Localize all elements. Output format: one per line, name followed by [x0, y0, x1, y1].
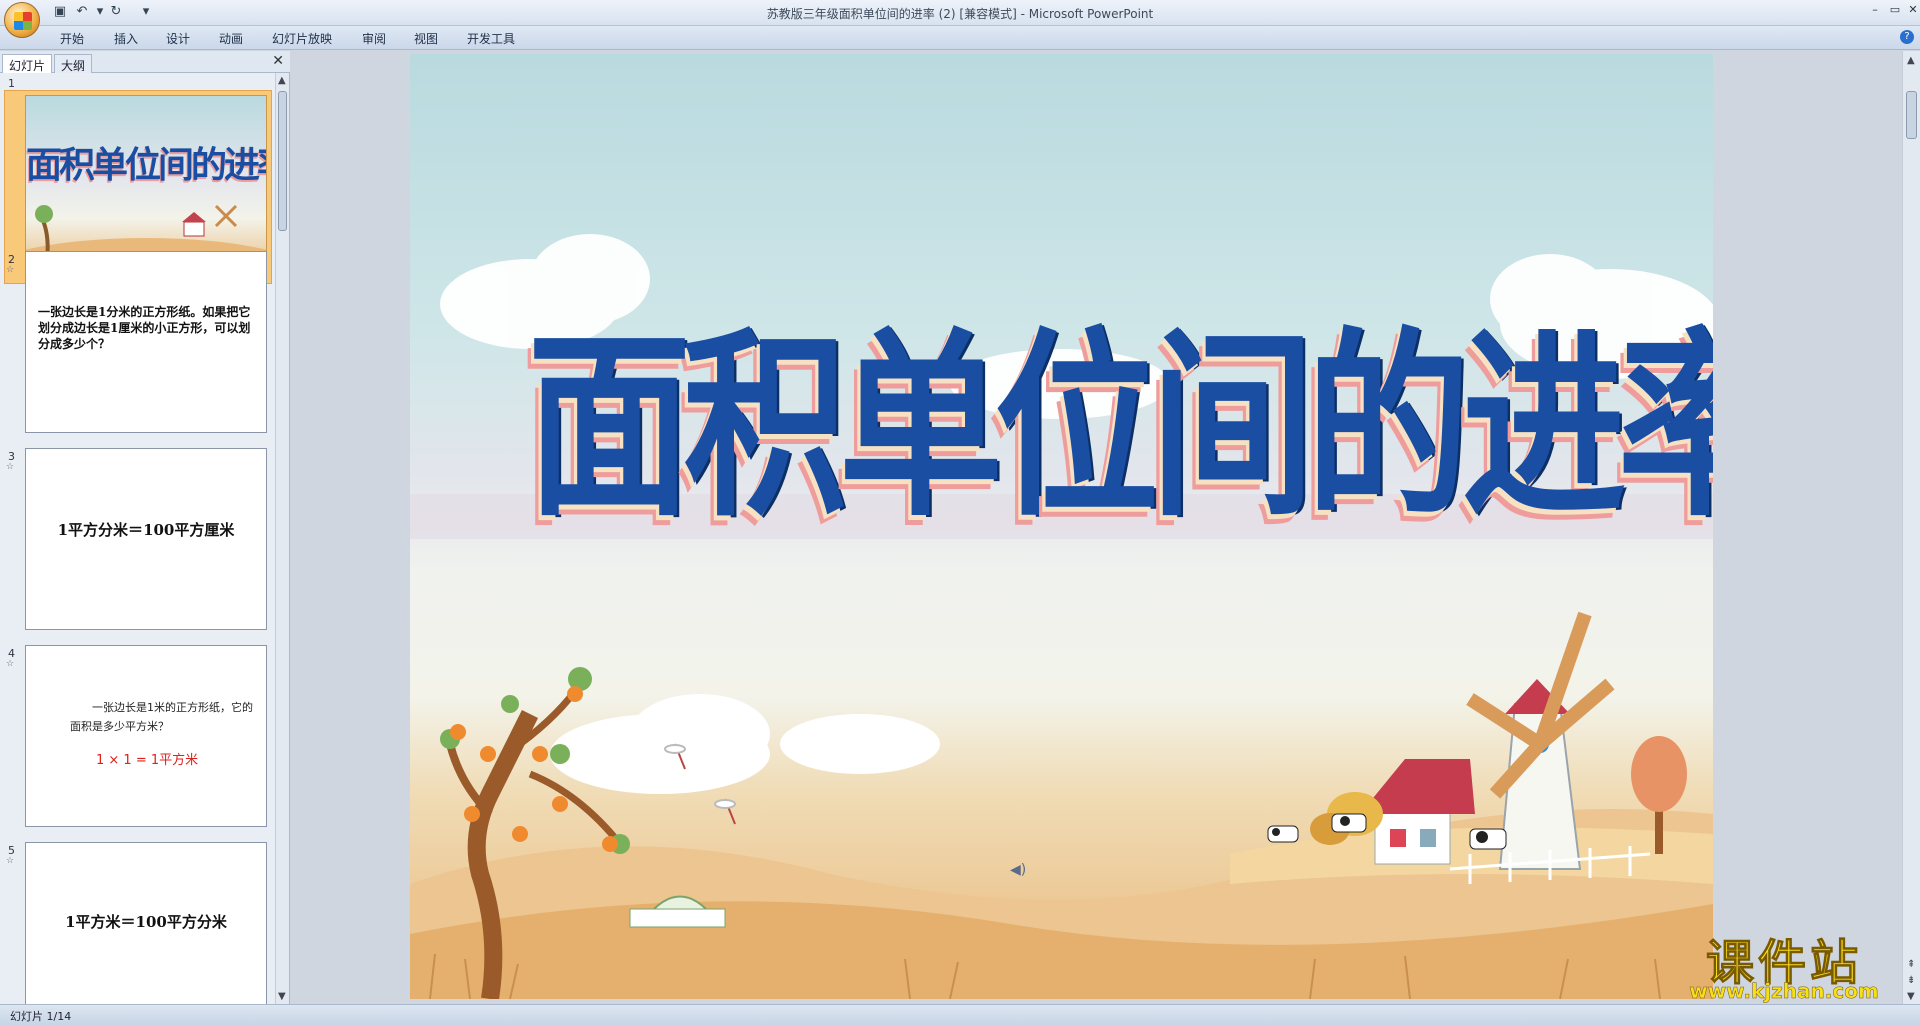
tab-outline[interactable]: 大纲 [54, 54, 93, 73]
slide-thumbnails: 1 ☆ 面积单位间的进率 2 ☆ 一张边长是1分米的正方形纸。如果把它划分成边长… [0, 73, 275, 1004]
office-logo-icon [14, 12, 32, 30]
scroll-up-icon[interactable]: ▲ [278, 75, 286, 86]
tab-slideshow[interactable]: 幻灯片放映 [272, 30, 332, 47]
maximize-icon[interactable]: ▭ [1886, 3, 1904, 17]
office-button[interactable] [4, 2, 40, 38]
status-bar: 幻灯片 1/14 [0, 1004, 1920, 1025]
previous-slide-icon[interactable]: ⇞ [1907, 959, 1915, 970]
slide-title[interactable]: 面积单位间的进率 [527, 264, 1713, 554]
slide-thumbnail-4[interactable]: 一张边长是1米的正方形纸，它的面积是多少平方米？ 1 × 1 = 1平方米 [25, 645, 267, 827]
editor-scrollbar[interactable]: ▲ ⇞ ⇟ ▼ [1902, 51, 1920, 1004]
tab-insert[interactable]: 插入 [114, 30, 138, 47]
thumbnails-scrollbar[interactable]: ▲ ▼ [275, 73, 289, 1004]
transition-star-icon: ☆ [6, 659, 15, 669]
tab-view[interactable]: 视图 [414, 30, 438, 47]
thumb-4-text: 一张边长是1米的正方形纸，它的面积是多少平方米？ [70, 701, 253, 733]
tab-slides[interactable]: 幻灯片 [2, 54, 53, 73]
ribbon-tabs: 开始 插入 设计 动画 幻灯片放映 审阅 视图 开发工具 ? [0, 26, 1920, 50]
scrollbar-thumb[interactable] [278, 91, 287, 231]
slide-thumbnail-2[interactable]: 一张边长是1分米的正方形纸。如果把它划分成边长是1厘米的小正方形，可以划分成多少… [25, 251, 267, 433]
thumb-4-answer: 1 × 1 = 1平方米 [96, 753, 199, 768]
tab-design[interactable]: 设计 [166, 30, 190, 47]
scroll-up-icon[interactable]: ▲ [1907, 55, 1915, 66]
close-icon[interactable]: ✕ [1904, 3, 1920, 17]
transition-star-icon: ☆ [6, 462, 15, 472]
tab-developer[interactable]: 开发工具 [467, 30, 515, 47]
scroll-down-icon[interactable]: ▼ [278, 991, 286, 1002]
slide-editor: ◀) 面积单位间的进率 [291, 51, 1902, 1004]
minimize-icon[interactable]: – [1866, 3, 1884, 17]
thumb-2-text: 一张边长是1分米的正方形纸。如果把它划分成边长是1厘米的小正方形，可以划分成多少… [38, 305, 251, 351]
thumb-3-text: 1平方分米＝100平方厘米 [57, 521, 235, 539]
slide-thumbnail-3[interactable]: 1平方分米＝100平方厘米 [25, 448, 267, 630]
slides-pane: 幻灯片 大纲 ✕ 1 ☆ 面积单位间的进率 2 ☆ [0, 51, 290, 1004]
tab-animations[interactable]: 动画 [219, 30, 243, 47]
pane-tabs: 幻灯片 大纲 ✕ [0, 51, 290, 73]
watermark-url: www.kjzhan.com [1689, 979, 1879, 1004]
title-bar: ▣ ↶ ▾ ↻ ▾ 苏教版三年级面积单位间的进率 (2) [兼容模式] - Mi… [0, 0, 1920, 38]
pane-close-icon[interactable]: ✕ [272, 53, 284, 69]
next-slide-icon[interactable]: ⇟ [1907, 975, 1915, 986]
help-icon[interactable]: ? [1900, 30, 1914, 44]
transition-star-icon: ☆ [6, 265, 15, 275]
current-slide[interactable]: ◀) 面积单位间的进率 [410, 54, 1713, 999]
transition-star-icon: ☆ [6, 856, 15, 866]
watermark: 课件站 www.kjzhan.com [1668, 923, 1900, 1004]
thumb-1-scenery [26, 204, 266, 276]
document-title: 苏教版三年级面积单位间的进率 (2) [兼容模式] - Microsoft Po… [766, 7, 1154, 21]
thumb-1-canvas: 面积单位间的进率 [25, 95, 267, 277]
scroll-down-icon[interactable]: ▼ [1907, 991, 1915, 1002]
scrollbar-thumb[interactable] [1906, 91, 1917, 139]
tab-home[interactable]: 开始 [60, 30, 84, 47]
slide-thumbnail-5[interactable]: 1平方米＝100平方分米 [25, 842, 267, 1004]
svg-text:◀): ◀) [1010, 862, 1026, 878]
slide-counter: 幻灯片 1/14 [10, 1010, 72, 1023]
thumb-5-text: 1平方米＝100平方分米 [65, 913, 227, 931]
tab-review[interactable]: 审阅 [362, 30, 386, 47]
